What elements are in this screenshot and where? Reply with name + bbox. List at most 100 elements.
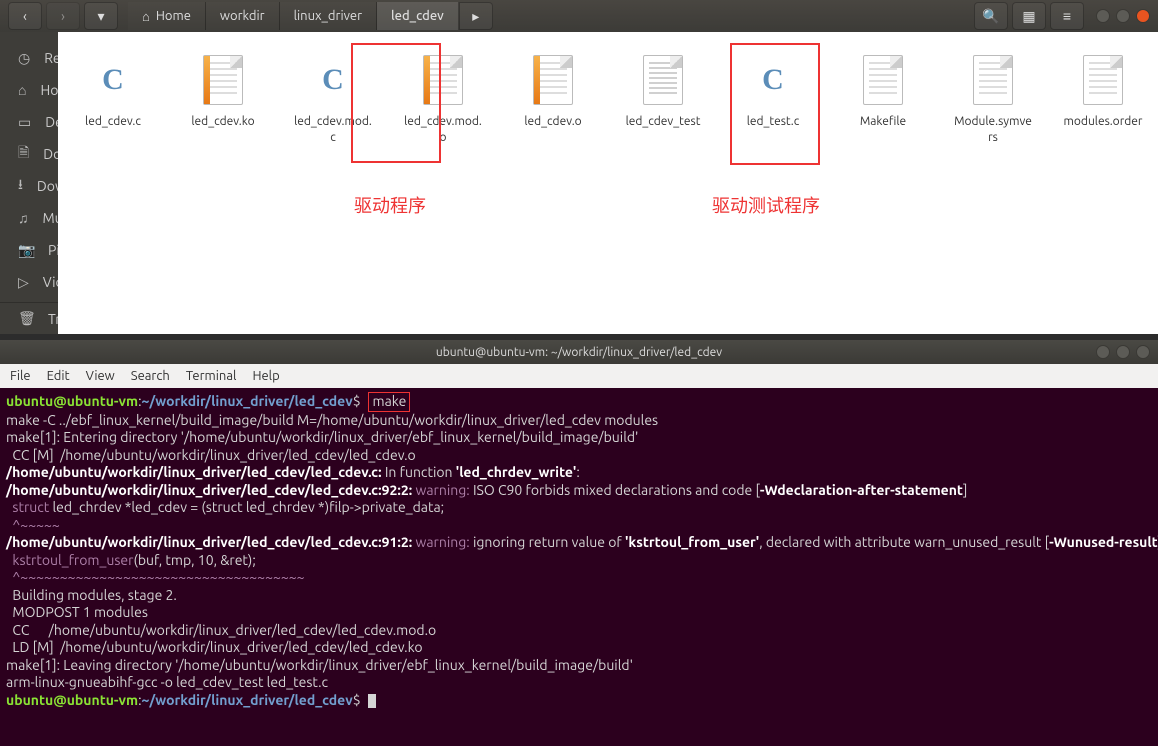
documents-icon: 🗎 xyxy=(18,142,29,166)
terminal-maximize-button[interactable] xyxy=(1116,345,1130,359)
annotation-test: 驱动测试程序 xyxy=(712,192,820,218)
command-highlight: make xyxy=(368,392,410,412)
menu-help[interactable]: Help xyxy=(252,369,279,383)
text-file-icon xyxy=(973,55,1013,105)
home-icon: ⌂ xyxy=(142,9,150,24)
breadcrumb-workdir[interactable]: workdir xyxy=(206,2,280,30)
sidebar-item-label: Home xyxy=(40,82,58,98)
menu-terminal[interactable]: Terminal xyxy=(186,369,237,383)
close-button[interactable] xyxy=(1136,9,1150,23)
desktop-icon: ▭ xyxy=(18,114,31,131)
sidebar-item-downloads[interactable]: ⭳Downloads xyxy=(0,170,58,202)
executable-icon xyxy=(643,55,683,105)
c-source-icon: C xyxy=(311,58,355,102)
trash-icon: 🗑 xyxy=(18,310,34,327)
minimize-button[interactable] xyxy=(1096,9,1110,23)
term-line: CC /home/ubuntu/workdir/linux_driver/led… xyxy=(6,622,436,638)
terminal-content[interactable]: ubuntu@ubuntu-vm:~/workdir/linux_driver/… xyxy=(0,388,1158,746)
breadcrumb: ⌂Home workdir linux_driver led_cdev ▸ xyxy=(128,2,493,30)
sidebar-item-recent[interactable]: ◷ Recent xyxy=(0,42,58,74)
file-led-cdev-mod-c[interactable]: Cled_cdev.mod.c xyxy=(292,52,374,145)
prompt-path: ~/workdir/linux_driver/led_cdev xyxy=(142,393,353,409)
term-line: LD [M] /home/ubuntu/workdir/linux_driver… xyxy=(6,639,423,655)
menu-edit[interactable]: Edit xyxy=(47,369,70,383)
file-module-symvers[interactable]: Module.symvers xyxy=(952,52,1034,145)
sidebar-item-label: Recent xyxy=(44,50,58,66)
menu-view[interactable]: View xyxy=(86,369,115,383)
term-line: make -C ../ebf_linux_kernel/build_image/… xyxy=(6,412,658,428)
terminal-window: ubuntu@ubuntu-vm: ~/workdir/linux_driver… xyxy=(0,340,1158,746)
breadcrumb-linux-driver[interactable]: linux_driver xyxy=(280,2,377,30)
menu-file[interactable]: File xyxy=(10,369,31,383)
file-led-cdev-test[interactable]: led_cdev_test xyxy=(622,52,704,130)
recent-icon: ◷ xyxy=(18,50,30,67)
sidebar: ◷ Recent ⌂ Home ▭Desktop 🗎Documents ⭳Downl… xyxy=(0,32,58,334)
terminal-cursor xyxy=(368,694,376,708)
breadcrumb-overflow[interactable]: ▸ xyxy=(459,2,493,30)
search-button[interactable]: 🔍 xyxy=(974,2,1008,30)
term-line: /home/ubuntu/workdir/linux_driver/led_cd… xyxy=(6,482,416,498)
sidebar-item-label: Trash xyxy=(48,311,58,327)
annotation-driver: 驱动程序 xyxy=(354,192,426,218)
prompt-user: ubuntu xyxy=(6,692,53,708)
term-line: struct xyxy=(6,499,53,515)
sidebar-item-home[interactable]: ⌂ Home xyxy=(0,74,58,106)
object-file-icon xyxy=(423,55,463,105)
c-source-icon: C xyxy=(91,58,135,102)
sidebar-item-label: Music xyxy=(43,210,59,226)
sidebar-item-documents[interactable]: 🗎Documents xyxy=(0,138,58,170)
home-icon: ⌂ xyxy=(18,82,26,98)
menu-button[interactable]: ≡ xyxy=(1050,2,1084,30)
back-button[interactable]: ‹ xyxy=(8,2,42,30)
view-toggle-button[interactable]: ▦ xyxy=(1012,2,1046,30)
file-led-cdev-ko[interactable]: led_cdev.ko xyxy=(182,52,264,130)
file-manager-body: ◷ Recent ⌂ Home ▭Desktop 🗎Documents ⭳Downl… xyxy=(0,32,1158,334)
menu-search[interactable]: Search xyxy=(131,369,170,383)
breadcrumb-led-cdev[interactable]: led_cdev xyxy=(377,2,459,30)
file-manager-toolbar: ‹ › ▾ ⌂Home workdir linux_driver led_cde… xyxy=(0,0,1158,32)
sidebar-item-videos[interactable]: ▷Videos xyxy=(0,266,58,298)
sidebar-item-pictures[interactable]: 📷 Pictures xyxy=(0,234,58,266)
c-source-icon: C xyxy=(751,58,795,102)
term-line: arm-linux-gnueabihf-gcc -o led_cdev_test… xyxy=(6,674,328,690)
file-led-cdev-c[interactable]: Cled_cdev.c xyxy=(72,52,154,130)
file-makefile[interactable]: Makefile xyxy=(842,52,924,130)
file-manager-window: ‹ › ▾ ⌂Home workdir linux_driver led_cde… xyxy=(0,0,1158,334)
window-controls xyxy=(1096,9,1150,23)
sidebar-item-label: Downloads xyxy=(37,178,58,194)
terminal-close-button[interactable] xyxy=(1136,345,1150,359)
pictures-icon: 📷 xyxy=(18,242,34,259)
sidebar-item-music[interactable]: ♫Music xyxy=(0,202,58,234)
term-line: make[1]: Leaving directory '/home/ubuntu… xyxy=(6,657,633,673)
file-grid[interactable]: Cled_cdev.c led_cdev.ko Cled_cdev.mod.c … xyxy=(58,32,1158,334)
maximize-button[interactable] xyxy=(1116,9,1130,23)
prompt-path: ~/workdir/linux_driver/led_cdev xyxy=(142,692,353,708)
file-led-test-c[interactable]: Cled_test.c xyxy=(732,52,814,130)
file-led-cdev-o[interactable]: led_cdev.o xyxy=(512,52,594,130)
terminal-title: ubuntu@ubuntu-vm: ~/workdir/linux_driver… xyxy=(436,346,722,359)
terminal-window-controls xyxy=(1096,345,1150,359)
sidebar-item-trash[interactable]: 🗑 Trash xyxy=(0,302,58,334)
kernel-object-icon xyxy=(203,55,243,105)
file-led-cdev-mod-o[interactable]: led_cdev.mod.o xyxy=(402,52,484,145)
term-line: Building modules, stage 2. xyxy=(6,587,177,603)
term-line: CC [M] /home/ubuntu/workdir/linux_driver… xyxy=(6,447,416,463)
sidebar-item-label: Pictures xyxy=(48,242,58,258)
prompt-host: ubuntu-vm xyxy=(67,692,138,708)
text-file-icon xyxy=(863,55,903,105)
term-line: ^~~~~~~~~~~~~~~~~~~~~~~~~~~~~~~~~~~~~ xyxy=(6,569,305,585)
terminal-menubar: File Edit View Search Terminal Help xyxy=(0,364,1158,388)
text-file-icon xyxy=(1083,55,1123,105)
forward-button[interactable]: › xyxy=(46,2,80,30)
term-line: /home/ubuntu/workdir/linux_driver/led_cd… xyxy=(6,464,382,480)
breadcrumb-home[interactable]: ⌂Home xyxy=(128,2,206,30)
term-line: ^~~~~~ xyxy=(6,517,60,533)
path-toggle-button[interactable]: ▾ xyxy=(84,2,118,30)
term-line: kstrtoul_from_user xyxy=(6,552,133,568)
sidebar-item-desktop[interactable]: ▭Desktop xyxy=(0,106,58,138)
terminal-minimize-button[interactable] xyxy=(1096,345,1110,359)
term-line: make[1]: Entering directory '/home/ubunt… xyxy=(6,429,638,445)
file-modules-order[interactable]: modules.order xyxy=(1062,52,1144,130)
prompt-user: ubuntu xyxy=(6,393,53,409)
terminal-titlebar[interactable]: ubuntu@ubuntu-vm: ~/workdir/linux_driver… xyxy=(0,340,1158,364)
